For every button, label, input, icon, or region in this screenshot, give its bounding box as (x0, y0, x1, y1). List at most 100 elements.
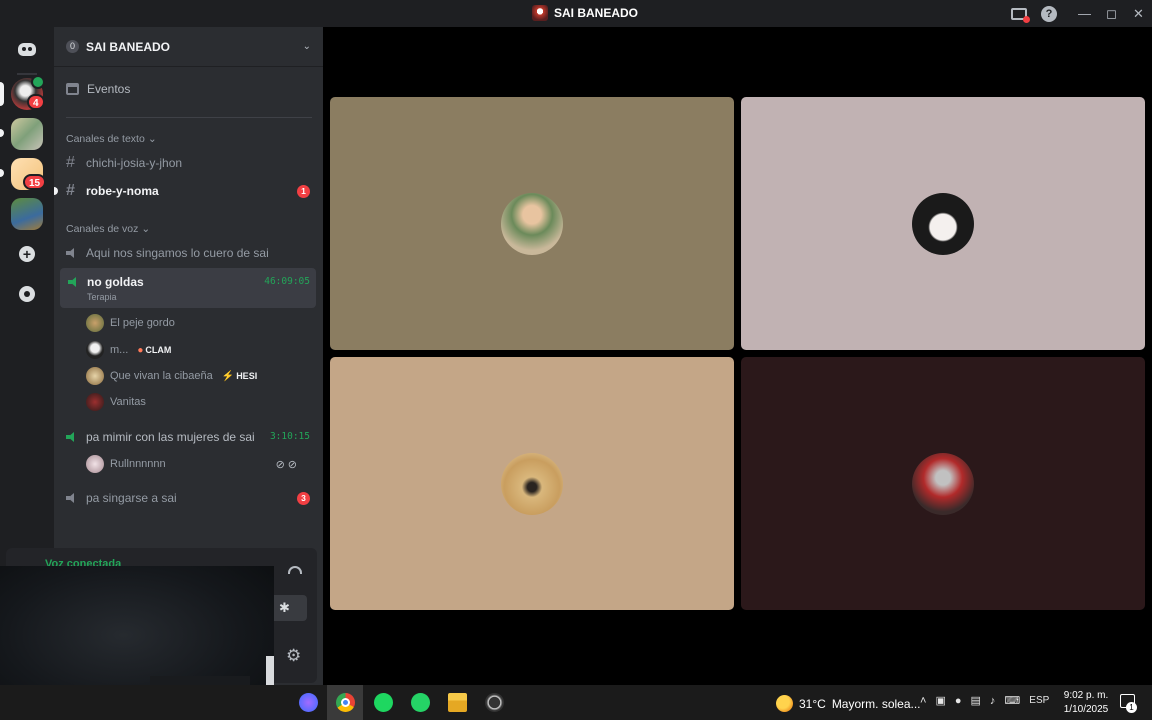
events-button[interactable]: Eventos (66, 82, 130, 96)
avatar (86, 455, 104, 473)
language-indicator[interactable]: ESP (1029, 695, 1049, 706)
user-name: Vanitas (110, 396, 146, 408)
user-name: m... (110, 344, 129, 356)
chevron-down-icon: ⌄ (141, 223, 151, 235)
avatar (86, 367, 104, 385)
weather-widget[interactable]: 31°C Mayorm. solea... (776, 695, 921, 712)
user-name: Que vivan la cibaeña (110, 370, 213, 382)
obs-icon[interactable] (485, 693, 504, 712)
text-channel[interactable]: # chichi-josia-y-jhon (60, 150, 316, 176)
call-timer: 46:09:05 (264, 276, 310, 287)
spotify-icon[interactable] (374, 693, 393, 712)
voice-user[interactable]: m... ● CLAM (86, 339, 171, 361)
keyboard-icon[interactable]: ⌨ (1004, 694, 1020, 707)
voice-user[interactable]: El peje gordo (86, 312, 175, 334)
mic-muted-icon: ⊘ (275, 458, 288, 471)
chrome-button[interactable] (327, 685, 363, 720)
messenger-icon[interactable] (299, 693, 318, 712)
meet-icon[interactable]: ▣ (935, 694, 945, 707)
windows-taskbar: 31°C Mayorm. solea... ˄ ▣ ● ▤ ♪ ⌨ ESP 9:… (0, 685, 1152, 720)
hash-icon: # (66, 154, 75, 171)
call-timer: 3:10:15 (269, 431, 310, 442)
voice-user[interactable]: Rullnnnnnn ⊘⊘ (86, 453, 312, 475)
server-icon-4[interactable] (11, 198, 43, 230)
user-name: El peje gordo (110, 317, 175, 329)
voice-user[interactable]: Que vivan la cibaeña ⚡ HESI (86, 365, 257, 387)
chevron-down-icon: ⌄ (147, 133, 157, 145)
bolt-icon: ⚡ (221, 370, 235, 382)
volume-icon[interactable]: ♪ (990, 695, 996, 707)
microphone-icon[interactable]: ● (955, 695, 962, 707)
voice-channel[interactable]: Aqui nos singamos lo cuero de sai (60, 240, 316, 266)
selected-indicator (0, 82, 4, 106)
add-server-button[interactable]: + (11, 238, 43, 270)
video-stage (323, 27, 1152, 685)
discord-icon (18, 42, 36, 56)
avatar (86, 393, 104, 411)
maximize-button[interactable]: ◻ (1098, 0, 1125, 27)
avatar (501, 452, 563, 515)
home-button[interactable] (11, 33, 43, 65)
clock-time: 9:02 p. m. (1063, 690, 1109, 701)
voice-channel-active[interactable]: no goldas Terapia 46:09:05 (60, 268, 316, 308)
weather-temp: 31°C (799, 696, 826, 711)
guild-header[interactable]: 0 SAI BANEADO ⌄ (54, 27, 323, 67)
notification-count: 1 (1126, 702, 1137, 713)
channel-name: chichi-josia-y-jhon (86, 156, 183, 170)
voice-channel[interactable]: pa singarse a sai 3 (60, 485, 316, 511)
avatar (501, 192, 563, 255)
clock-date: 1/10/2025 (1063, 704, 1109, 715)
channel-name: robe-y-noma (86, 184, 159, 198)
compass-icon (19, 286, 35, 302)
chevron-up-icon[interactable]: ˄ (920, 695, 926, 707)
muted-deafened-icons: ⊘⊘ (276, 458, 300, 471)
category-text-channels[interactable]: Canales de texto ⌄ (66, 133, 157, 145)
plus-icon: + (19, 246, 35, 262)
file-explorer-icon[interactable] (448, 693, 467, 712)
network-icon[interactable]: ▤ (971, 694, 981, 707)
help-icon[interactable]: ? (1041, 5, 1057, 22)
video-tile[interactable] (741, 97, 1145, 350)
server-icon (532, 5, 548, 21)
clan-tag-label: HESI (236, 371, 258, 381)
hash-icon: # (66, 182, 75, 199)
boost-badge: 0 (66, 40, 79, 53)
gear-icon[interactable]: ⚙ (286, 646, 301, 666)
server-badge: 15 (23, 174, 47, 190)
avatar (86, 341, 104, 359)
server-icon-2[interactable] (11, 118, 43, 150)
close-button[interactable]: ✕ (1125, 0, 1152, 27)
voice-active-icon (31, 75, 45, 89)
video-tile[interactable] (741, 357, 1145, 610)
clan-tag-label: CLAM (145, 345, 172, 355)
guild-name: SAI BANEADO (86, 39, 171, 54)
clock[interactable]: 9:02 p. m. 1/10/2025 (1062, 689, 1110, 717)
text-channel[interactable]: # robe-y-noma 1 (54, 178, 316, 204)
unread-indicator (0, 169, 4, 177)
category-voice-channels[interactable]: Canales de voz ⌄ (66, 223, 150, 235)
events-label: Eventos (87, 82, 131, 96)
speaker-icon (66, 432, 79, 442)
category-label: Canales de texto (66, 133, 145, 145)
video-tile[interactable] (330, 97, 734, 350)
calendar-icon (66, 83, 79, 95)
voice-user[interactable]: Vanitas (86, 391, 146, 413)
clan-tag: ● CLAM (137, 345, 171, 356)
video-tile[interactable] (330, 357, 734, 610)
minimize-button[interactable]: — (1071, 0, 1098, 27)
whatsapp-icon[interactable] (411, 693, 430, 712)
chrome-icon (336, 693, 355, 712)
headset-deafened-icon: ⊘ (287, 458, 300, 471)
server-icon-1[interactable]: 4 (11, 75, 45, 110)
discover-button[interactable] (11, 278, 43, 310)
avatar (912, 452, 974, 515)
chevron-down-icon: ⌄ (302, 41, 311, 52)
voice-channel[interactable]: pa mimir con las mujeres de sai 3:10:15 (60, 424, 316, 450)
screen-share-icon[interactable] (1011, 6, 1030, 23)
channel-name: pa singarse a sai (86, 491, 177, 505)
divider (66, 117, 312, 118)
disconnect-icon[interactable] (288, 566, 302, 574)
server-icon-3[interactable]: 15 (11, 158, 47, 190)
channel-status: Terapia (87, 292, 117, 302)
user-name: Rullnnnnnn (110, 458, 166, 470)
